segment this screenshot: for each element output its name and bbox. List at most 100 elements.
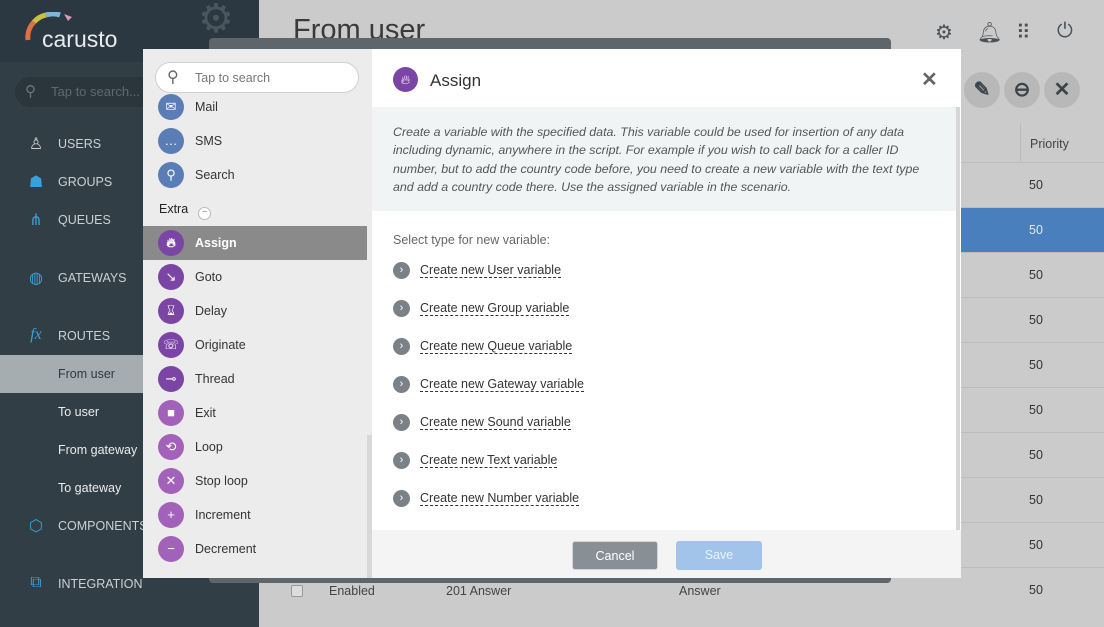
dialog-scrollbar[interactable] bbox=[956, 107, 960, 530]
disable-button[interactable]: ⊖ bbox=[1004, 72, 1040, 108]
plus-icon: + bbox=[158, 502, 184, 528]
settings-icon[interactable]: ⚙ bbox=[935, 20, 953, 45]
minus-icon: − bbox=[158, 536, 184, 562]
action-label: Originate bbox=[195, 338, 246, 352]
create-variable-option[interactable]: › Create new Text variable bbox=[393, 452, 558, 472]
select-type-label: Select type for new variable: bbox=[393, 233, 551, 247]
delete-button[interactable]: ✕ bbox=[1044, 72, 1080, 108]
action-item[interactable]: − Decrement bbox=[143, 532, 367, 566]
loop-icon: ⟲ bbox=[158, 434, 184, 460]
stop-icon: ■ bbox=[158, 400, 184, 426]
action-label: Increment bbox=[195, 508, 251, 522]
globe-icon: ◍ bbox=[29, 270, 43, 287]
create-variable-option[interactable]: › Create new Queue variable bbox=[393, 338, 573, 358]
apps-grid-icon[interactable]: ⠿ bbox=[1016, 20, 1031, 45]
close-icon[interactable]: ✕ bbox=[921, 67, 938, 92]
create-variable-option[interactable]: › Create new Number variable bbox=[393, 490, 580, 510]
action-label: Loop bbox=[195, 440, 223, 454]
row-status: Enabled bbox=[329, 584, 375, 598]
action-label: Delay bbox=[195, 304, 227, 318]
edit-button[interactable]: ✎ bbox=[964, 72, 1000, 108]
chevron-right-icon: › bbox=[393, 262, 410, 279]
integration-icon: ⧉ bbox=[30, 574, 42, 591]
action-item[interactable]: 🔥︎ Assign bbox=[143, 226, 367, 260]
chevron-right-icon: › bbox=[393, 376, 410, 393]
save-button[interactable]: Save bbox=[676, 541, 762, 570]
action-label: Search bbox=[195, 168, 235, 182]
logo[interactable]: carusto bbox=[42, 26, 117, 53]
priority-cell: 50 bbox=[1029, 223, 1043, 237]
group-icon: ☗ bbox=[28, 174, 44, 191]
mail-icon: ✉ bbox=[158, 94, 184, 120]
power-icon[interactable]: ⏻ bbox=[1057, 20, 1073, 43]
bell-icon[interactable]: 🔔︎ bbox=[977, 20, 1002, 45]
search-icon: ⚲ bbox=[25, 83, 36, 100]
action-item[interactable]: ⟲ Loop bbox=[143, 430, 367, 464]
action-item[interactable]: ☏ Originate bbox=[143, 328, 367, 362]
priority-cell: 50 bbox=[1029, 583, 1043, 597]
hourglass-icon: ⌛︎ bbox=[158, 298, 184, 324]
priority-cell: 50 bbox=[1029, 268, 1043, 282]
action-item[interactable]: + Increment bbox=[143, 498, 367, 532]
chevron-right-icon: › bbox=[393, 300, 410, 317]
queue-icon: ⋔ bbox=[29, 212, 43, 229]
originate-icon: ☏ bbox=[158, 332, 184, 358]
action-label: Decrement bbox=[195, 542, 257, 556]
action-list-scrollbar[interactable] bbox=[367, 435, 372, 578]
cube-icon: ⬡ bbox=[29, 518, 43, 535]
function-icon: fx bbox=[30, 326, 42, 343]
gear-icon: ⚙ bbox=[198, 0, 234, 41]
priority-cell: 50 bbox=[1029, 448, 1043, 462]
action-item[interactable]: ✉ Mail bbox=[143, 90, 367, 124]
chevron-right-icon: › bbox=[393, 452, 410, 469]
sms-icon: … bbox=[158, 128, 184, 154]
action-search-input[interactable]: ⚲ Tap to search bbox=[155, 62, 359, 93]
action-label: Stop loop bbox=[195, 474, 248, 488]
create-variable-option[interactable]: › Create new Gateway variable bbox=[393, 376, 584, 396]
section-extra[interactable]: Extra − bbox=[159, 202, 212, 220]
option-link[interactable]: Create new Text variable bbox=[420, 452, 558, 468]
action-item[interactable]: ■ Exit bbox=[143, 396, 367, 430]
action-label: Thread bbox=[195, 372, 235, 386]
goto-icon: ↘ bbox=[158, 264, 184, 290]
option-link[interactable]: Create new Number variable bbox=[420, 490, 580, 506]
action-item[interactable]: … SMS bbox=[143, 124, 367, 158]
action-label: Assign bbox=[195, 236, 237, 250]
thread-icon: ⊸ bbox=[158, 366, 184, 392]
option-link[interactable]: Create new User variable bbox=[420, 262, 562, 278]
collapse-icon[interactable]: − bbox=[198, 207, 212, 220]
flame-icon: 🔥︎ bbox=[393, 67, 418, 92]
user-icon: ♙ bbox=[28, 136, 44, 153]
priority-cell: 50 bbox=[1029, 178, 1043, 192]
assign-dialog: 🔥︎ Assign ✕ Create a variable with the s… bbox=[372, 49, 961, 578]
priority-cell: 50 bbox=[1029, 358, 1043, 372]
priority-cell: 50 bbox=[1029, 403, 1043, 417]
priority-cell: 50 bbox=[1029, 313, 1043, 327]
priority-cell: 50 bbox=[1029, 538, 1043, 552]
option-link[interactable]: Create new Sound variable bbox=[420, 414, 571, 430]
action-list-panel: ⚲ Tap to search ✉ Mail … SMS ⚲ Search 🔥︎ Assign ↘… bbox=[143, 49, 372, 578]
option-link[interactable]: Create new Gateway variable bbox=[420, 376, 584, 392]
column-header-priority[interactable]: Priority bbox=[1020, 124, 1104, 162]
row-name: 201 Answer bbox=[446, 584, 512, 598]
dialog-title: Assign bbox=[430, 71, 482, 90]
action-item[interactable]: ⌛︎ Delay bbox=[143, 294, 367, 328]
cancel-button[interactable]: Cancel bbox=[572, 541, 658, 570]
flame-icon: 🔥︎ bbox=[158, 230, 184, 256]
stop-loop-icon: ✕ bbox=[158, 468, 184, 494]
create-variable-option[interactable]: › Create new Group variable bbox=[393, 300, 570, 320]
create-variable-option[interactable]: › Create new Sound variable bbox=[393, 414, 571, 434]
action-label: Mail bbox=[195, 100, 218, 114]
row-checkbox[interactable] bbox=[291, 585, 303, 597]
action-label: Exit bbox=[195, 406, 216, 420]
option-link[interactable]: Create new Group variable bbox=[420, 300, 570, 316]
row-action: Answer bbox=[679, 584, 721, 598]
create-variable-option[interactable]: › Create new User variable bbox=[393, 262, 562, 282]
action-label: SMS bbox=[195, 134, 223, 148]
action-label: Goto bbox=[195, 270, 223, 284]
action-item[interactable]: ⚲ Search bbox=[143, 158, 367, 192]
action-item[interactable]: ⊸ Thread bbox=[143, 362, 367, 396]
option-link[interactable]: Create new Queue variable bbox=[420, 338, 573, 354]
action-item[interactable]: ✕ Stop loop bbox=[143, 464, 367, 498]
action-item[interactable]: ↘ Goto bbox=[143, 260, 367, 294]
